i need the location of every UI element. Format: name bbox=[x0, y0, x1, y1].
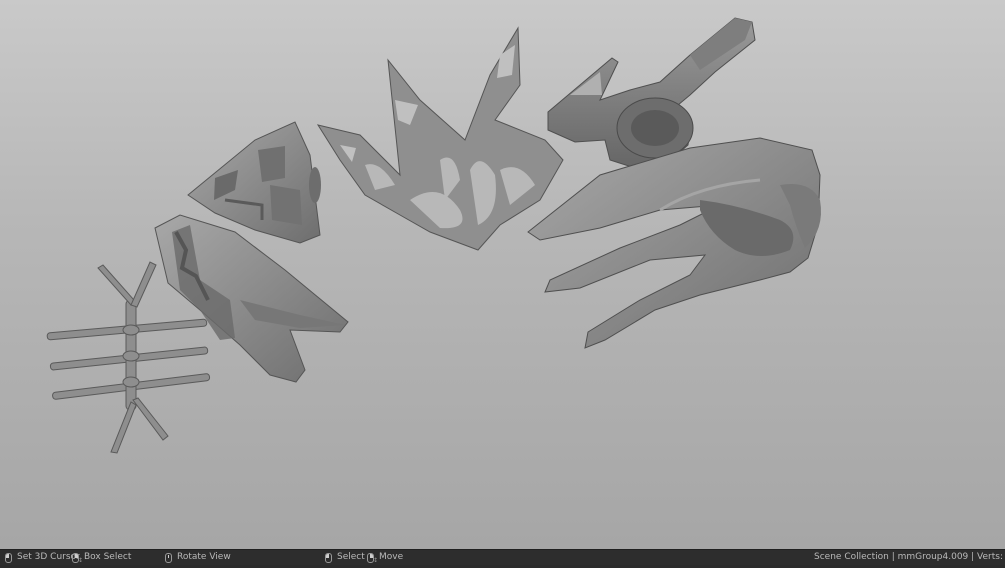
hint-move: ↕ Move bbox=[367, 550, 403, 565]
hint-label: Move bbox=[379, 552, 404, 562]
hint-rotate-view: Rotate View bbox=[165, 550, 231, 565]
mesh-claw-piece[interactable] bbox=[527, 137, 821, 349]
hint-select: Select bbox=[325, 550, 365, 565]
mouse-middle-icon bbox=[165, 552, 172, 563]
3d-viewport[interactable] bbox=[0, 0, 1005, 549]
scene-info-text: Scene Collection | mmGroup4.009 | Verts: bbox=[814, 552, 1003, 562]
mesh-crown-piece[interactable] bbox=[316, 26, 564, 251]
mouse-left-icon bbox=[5, 552, 12, 563]
hint-label: Box Select bbox=[84, 552, 132, 562]
hint-label: Select bbox=[337, 552, 365, 562]
mouse-right-drag-icon: ↕ bbox=[367, 552, 378, 564]
mesh-blade-piece[interactable] bbox=[154, 214, 349, 383]
mouse-right-drag-icon: ↕ bbox=[72, 552, 83, 564]
hint-label: Rotate View bbox=[177, 552, 231, 562]
mouse-left-icon bbox=[325, 552, 332, 563]
hint-box-select: ↕ Box Select bbox=[72, 550, 131, 565]
viewport-canvas[interactable] bbox=[0, 0, 1005, 549]
hint-label: Set 3D Cursor bbox=[17, 552, 80, 562]
status-bar: Set 3D Cursor ↕ Box Select Rotate View S… bbox=[0, 549, 1005, 565]
hint-set-3d-cursor: Set 3D Cursor bbox=[5, 550, 80, 565]
